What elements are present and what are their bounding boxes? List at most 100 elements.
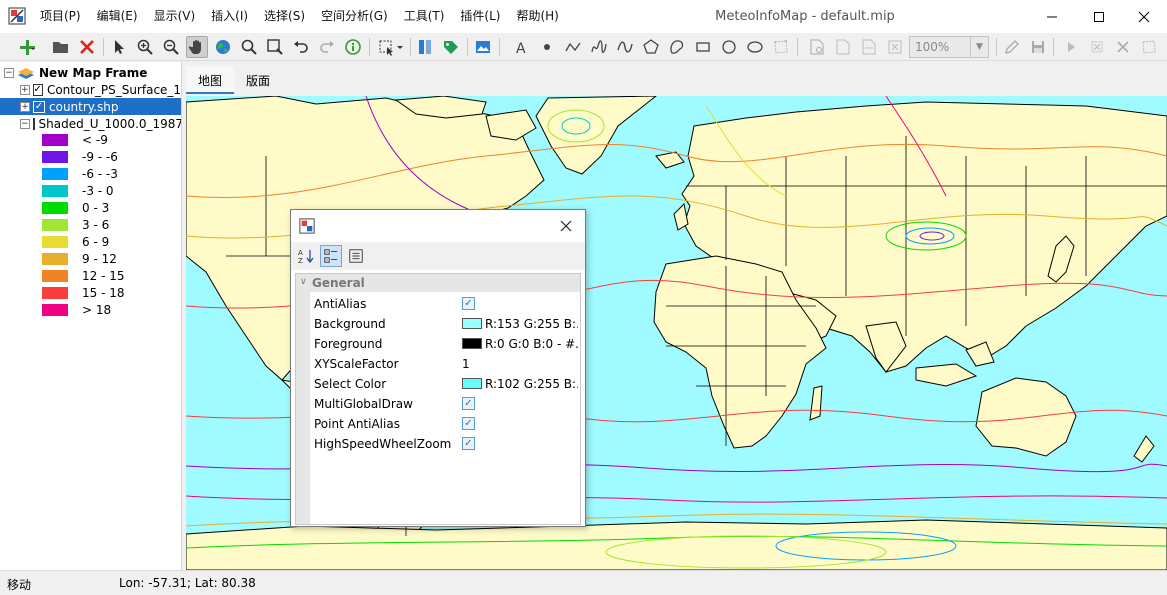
minimize-button[interactable] bbox=[1029, 0, 1075, 33]
expand-toggle[interactable]: + bbox=[20, 101, 30, 112]
layout-fit-page-button[interactable] bbox=[832, 36, 854, 58]
close-window-button[interactable] bbox=[1121, 0, 1167, 33]
property-row[interactable]: Foreground R:0 G:0 B:0 - #... bbox=[310, 334, 580, 354]
save-edits-button[interactable] bbox=[1027, 36, 1049, 58]
zoom-out-button[interactable] bbox=[160, 36, 182, 58]
redo-button[interactable] bbox=[316, 36, 338, 58]
identify-button[interactable] bbox=[342, 36, 364, 58]
add-circle-button[interactable] bbox=[718, 36, 740, 58]
vertices-icon bbox=[774, 40, 788, 54]
property-checkbox[interactable]: ✓ bbox=[462, 297, 475, 310]
antarctica-shape bbox=[186, 519, 1167, 570]
add-curve-button[interactable] bbox=[614, 36, 636, 58]
property-value[interactable]: R:102 G:255 B:... bbox=[462, 377, 578, 391]
menu-item[interactable]: 帮助(H) bbox=[508, 0, 566, 33]
collapse-toggle[interactable]: − bbox=[4, 67, 14, 78]
edit-select-button[interactable] bbox=[1060, 36, 1082, 58]
info-icon bbox=[345, 39, 361, 55]
zoom-to-layer-button[interactable] bbox=[264, 36, 286, 58]
add-text-button[interactable]: A bbox=[510, 36, 532, 58]
maximize-button[interactable] bbox=[1076, 0, 1122, 33]
property-value[interactable]: R:153 G:255 B:... bbox=[462, 317, 578, 331]
open-folder-button[interactable] bbox=[50, 36, 72, 58]
edit-vertex-button[interactable] bbox=[1138, 36, 1160, 58]
dialog-close-button[interactable] bbox=[555, 216, 577, 236]
remove-layer-button[interactable] bbox=[76, 36, 98, 58]
property-row[interactable]: MultiGlobalDraw ✓ bbox=[310, 394, 580, 414]
property-value-text: R:153 G:255 B:... bbox=[485, 317, 578, 331]
zoom-level-dropdown[interactable]: 100% ▼ bbox=[909, 36, 989, 58]
edit-delete-button[interactable] bbox=[1112, 36, 1134, 58]
layer-visibility-checkbox[interactable]: ✓ bbox=[32, 83, 43, 96]
menu-item[interactable]: 插件(L) bbox=[452, 0, 508, 33]
pan-tool-button[interactable] bbox=[186, 36, 208, 58]
menu-item[interactable]: 工具(T) bbox=[396, 0, 453, 33]
property-row[interactable]: HighSpeedWheelZoom ✓ bbox=[310, 434, 580, 454]
label-button[interactable] bbox=[440, 36, 462, 58]
layer-item-shaded[interactable]: − Shaded_U_1000.0_1987 bbox=[20, 115, 181, 132]
tab-map[interactable]: 地图 bbox=[186, 66, 235, 94]
undo-button[interactable] bbox=[290, 36, 312, 58]
app-logo-icon bbox=[299, 218, 315, 234]
menu-item[interactable]: 显示(V) bbox=[146, 0, 204, 33]
circle-icon bbox=[722, 40, 736, 54]
add-rectangle-button[interactable] bbox=[692, 36, 714, 58]
property-row[interactable]: XYScaleFactor 1 bbox=[310, 354, 580, 374]
zoom-in-icon bbox=[137, 39, 153, 55]
layout-page-setup-button[interactable] bbox=[806, 36, 828, 58]
sort-categorized-button[interactable] bbox=[320, 245, 342, 267]
menu-item[interactable]: 编辑(E) bbox=[89, 0, 146, 33]
identify-zoom-button[interactable] bbox=[238, 36, 260, 58]
property-value[interactable]: 1 bbox=[462, 357, 578, 371]
add-ellipse-button[interactable] bbox=[744, 36, 766, 58]
folder-icon bbox=[53, 42, 68, 53]
add-point-button[interactable] bbox=[536, 36, 558, 58]
menu-item[interactable]: 选择(S) bbox=[256, 0, 313, 33]
property-value[interactable]: R:0 G:0 B:0 - #... bbox=[462, 337, 578, 351]
property-row[interactable]: Select Color R:102 G:255 B:... bbox=[310, 374, 580, 394]
add-polygon-button[interactable] bbox=[640, 36, 662, 58]
menu-item[interactable]: 插入(I) bbox=[203, 0, 256, 33]
add-curve-polygon-button[interactable] bbox=[666, 36, 688, 58]
menu-item[interactable]: 空间分析(G) bbox=[313, 0, 396, 33]
status-bar: 移动 Lon: -57.31; Lat: 80.38 bbox=[0, 570, 1167, 595]
property-row[interactable]: AntiAlias ✓ bbox=[310, 294, 580, 314]
sort-az-icon: AZ bbox=[298, 249, 314, 265]
toolbar-separator bbox=[410, 38, 411, 56]
property-checkbox[interactable]: ✓ bbox=[462, 417, 475, 430]
select-tool-button[interactable] bbox=[108, 36, 130, 58]
select-features-button[interactable] bbox=[375, 36, 407, 58]
layer-item-country[interactable]: + ✓ country.shp bbox=[0, 98, 181, 115]
layer-visibility-checkbox[interactable]: ✓ bbox=[33, 100, 45, 113]
edit-layer-button[interactable] bbox=[1001, 36, 1023, 58]
menu-item[interactable]: 项目(P) bbox=[32, 0, 89, 33]
layer-item-contour[interactable]: + ✓ Contour_PS_Surface_19 bbox=[20, 81, 181, 98]
arctic-island-shape bbox=[485, 109, 537, 141]
collapse-toggle[interactable]: − bbox=[20, 118, 30, 129]
map-frame-node[interactable]: − New Map Frame bbox=[4, 64, 147, 81]
measure-button[interactable] bbox=[414, 36, 436, 58]
full-extent-button[interactable] bbox=[212, 36, 234, 58]
property-checkbox[interactable]: ✓ bbox=[462, 437, 475, 450]
layout-actual-size-button[interactable] bbox=[884, 36, 906, 58]
expand-toggle[interactable]: + bbox=[20, 84, 30, 95]
layout-fit-width-button[interactable] bbox=[858, 36, 880, 58]
toolbar-separator bbox=[996, 38, 997, 56]
property-name: HighSpeedWheelZoom bbox=[314, 437, 452, 451]
tab-layout[interactable]: 版面 bbox=[234, 66, 282, 94]
sort-alphabetical-button[interactable]: AZ bbox=[295, 245, 317, 267]
zoom-in-button[interactable] bbox=[134, 36, 156, 58]
property-checkbox[interactable]: ✓ bbox=[462, 397, 475, 410]
category-header[interactable]: ∨ General bbox=[296, 274, 580, 292]
property-row[interactable]: Point AntiAlias ✓ bbox=[310, 414, 580, 434]
property-row[interactable]: Background R:153 G:255 B:... bbox=[310, 314, 580, 334]
layer-visibility-checkbox[interactable] bbox=[32, 117, 35, 130]
edit-move-button[interactable] bbox=[1086, 36, 1108, 58]
edit-vertices-button[interactable] bbox=[770, 36, 792, 58]
add-image-button[interactable] bbox=[472, 36, 494, 58]
property-pages-button[interactable] bbox=[345, 245, 367, 267]
add-layer-button[interactable] bbox=[12, 36, 42, 58]
chevron-down-icon: ∨ bbox=[300, 277, 307, 287]
add-polyline-button[interactable] bbox=[562, 36, 584, 58]
add-freehand-button[interactable] bbox=[588, 36, 610, 58]
